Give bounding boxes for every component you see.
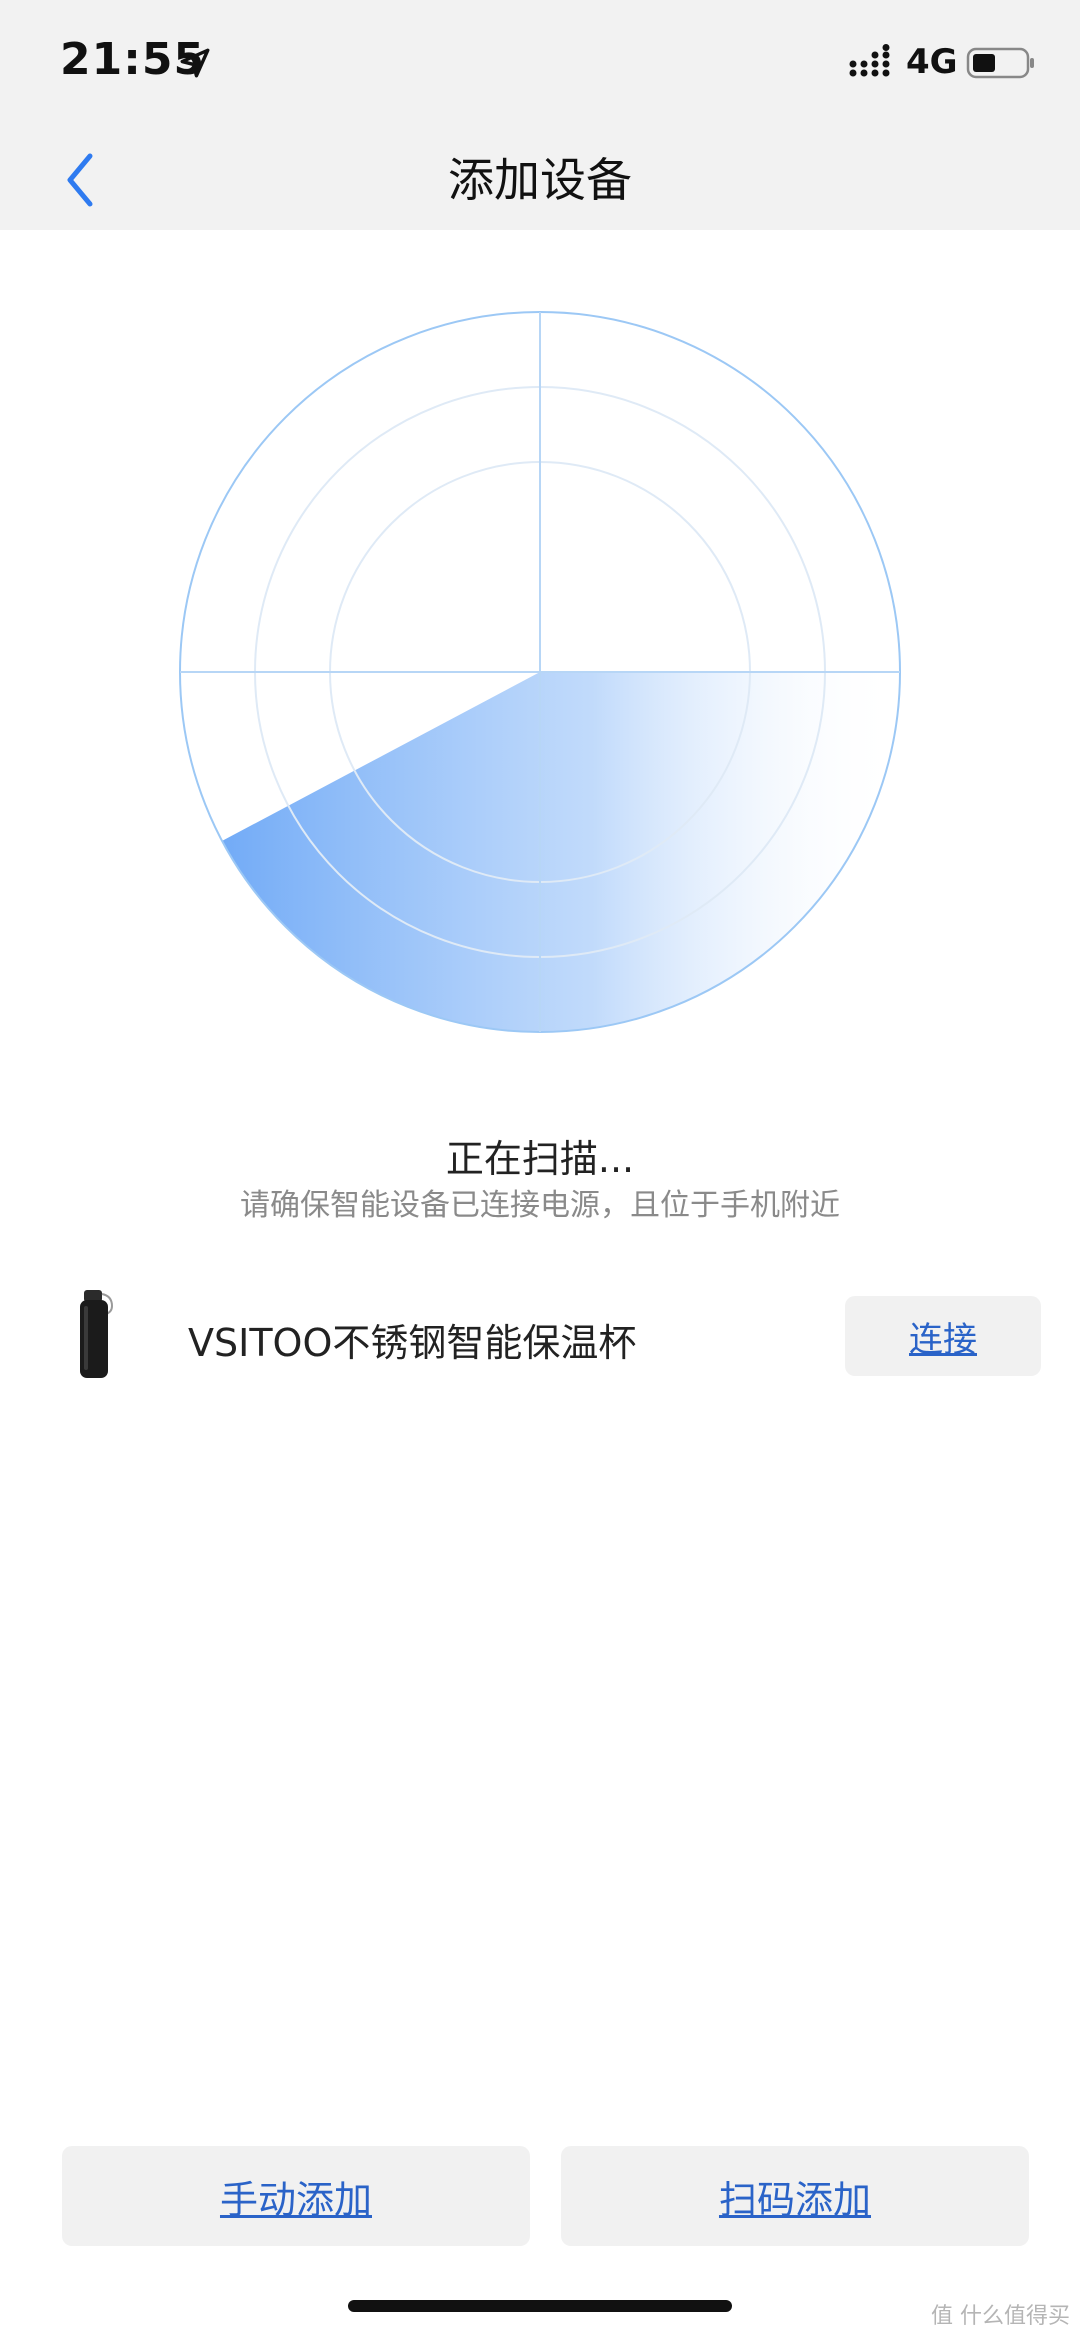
watermark: 值 什么值得买 xyxy=(931,2304,1070,2329)
header-area: 21:55 4G 添加设备 xyxy=(0,0,1080,230)
home-indicator xyxy=(348,2300,732,2312)
radar-scan-graphic xyxy=(179,311,901,1033)
network-label: 4G xyxy=(906,42,958,82)
manual-add-button[interactable]: 手动添加 xyxy=(62,2146,530,2246)
page-title: 添加设备 xyxy=(448,153,632,207)
add-device-screen: 21:55 4G 添加设备 正在扫描... 请确保智能设备已连接电源，且位于手机… xyxy=(0,0,1080,2337)
location-arrow-icon xyxy=(180,48,210,78)
status-bar: 21:55 4G xyxy=(0,0,1080,130)
device-name: VSITOO不锈钢智能保温杯 xyxy=(188,1321,637,1365)
bottle-icon xyxy=(80,1290,114,1378)
device-list-item: VSITOO不锈钢智能保温杯 连接 xyxy=(0,1280,1080,1390)
scan-hint-text: 请确保智能设备已连接电源，且位于手机附近 xyxy=(240,1188,840,1223)
radar-sweep xyxy=(220,672,900,1032)
connect-button[interactable]: 连接 xyxy=(845,1296,1041,1376)
nav-bar: 添加设备 xyxy=(0,130,1080,230)
battery-icon xyxy=(966,47,1034,79)
scan-status-text: 正在扫描... xyxy=(445,1137,635,1181)
scan-add-button[interactable]: 扫码添加 xyxy=(561,2146,1029,2246)
signal-icon xyxy=(849,44,890,77)
